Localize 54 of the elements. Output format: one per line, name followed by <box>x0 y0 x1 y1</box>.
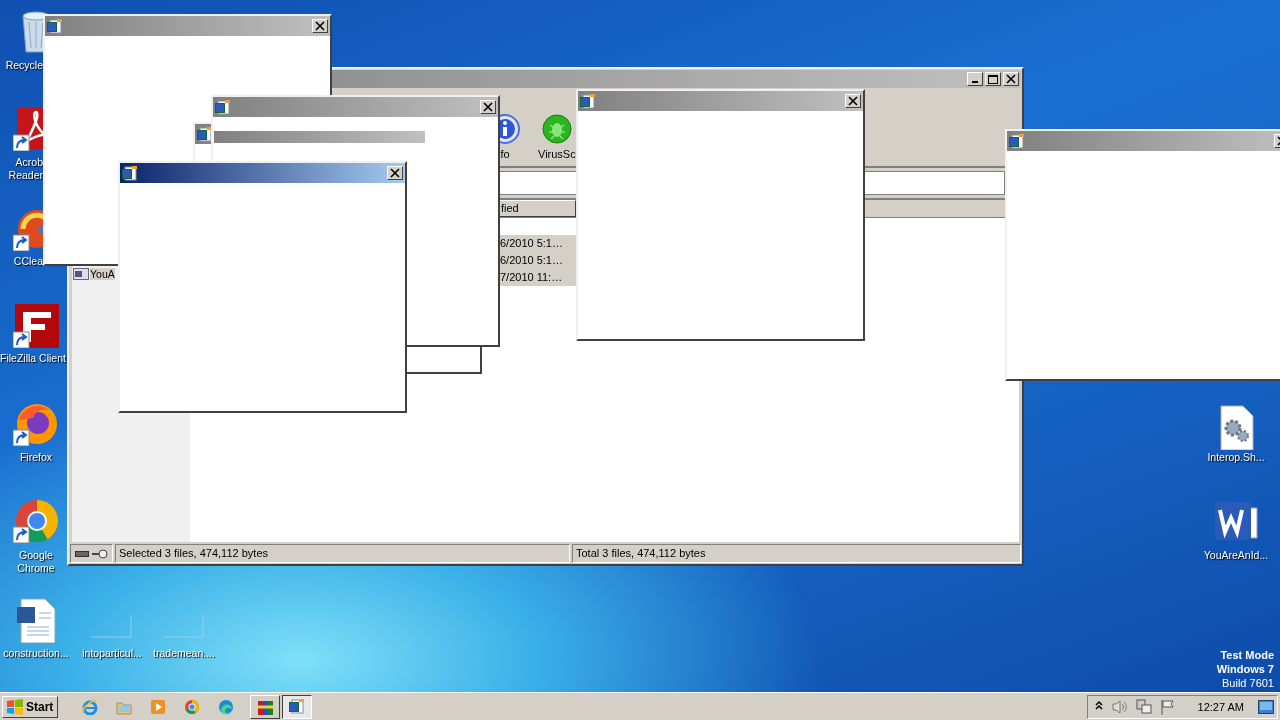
system-notice-text: Test Mode <box>1220 648 1274 662</box>
books-icon <box>257 698 274 715</box>
browser-icon[interactable] <box>184 698 201 715</box>
document-icon <box>215 99 231 115</box>
system-notice-text: Windows 7 <box>1216 662 1274 676</box>
ftp-app-icon[interactable] <box>13 302 59 348</box>
document-icon <box>1009 133 1025 149</box>
system-notice-text: Build 7601 <box>1222 676 1274 690</box>
key-icon <box>92 548 108 559</box>
flag-icon[interactable] <box>1159 698 1176 715</box>
network-icon[interactable] <box>1135 698 1152 715</box>
document-icon <box>122 165 138 181</box>
table-cell[interactable]: 7/2010 11:… <box>498 269 576 286</box>
windows-logo-icon <box>6 698 24 715</box>
table-cell[interactable]: 6/2010 5:1… <box>498 235 576 252</box>
table-cell[interactable]: 6/2010 5:1… <box>498 252 576 269</box>
icon-label[interactable]: Recycle <box>5 59 43 72</box>
maximize-button[interactable] <box>985 72 1001 86</box>
maximize-icon <box>987 74 999 84</box>
document-icon <box>580 93 596 109</box>
toolbar-button[interactable]: VirusSc <box>538 114 576 160</box>
speaker-icon[interactable] <box>1111 698 1128 715</box>
start-button[interactable]: Start <box>2 695 59 718</box>
close-button[interactable] <box>1003 72 1019 86</box>
icon-label[interactable]: FileZilla Client <box>0 352 66 365</box>
close-button[interactable] <box>387 166 403 180</box>
icon-label[interactable]: Firefox <box>19 451 53 464</box>
document-icon <box>289 698 306 715</box>
close-button[interactable] <box>312 19 328 33</box>
close-icon <box>847 96 859 106</box>
close-button[interactable] <box>480 100 496 114</box>
show-desktop-icon[interactable] <box>1258 699 1274 714</box>
minimize-button[interactable] <box>967 72 983 86</box>
taskbar-button[interactable] <box>282 694 313 719</box>
close-icon <box>314 21 326 31</box>
close-icon <box>389 168 401 178</box>
status-text: Selected 3 files, 474,112 bytes <box>115 544 570 563</box>
icon-label[interactable]: YouAreAnId... <box>1203 549 1269 562</box>
browser-icon[interactable] <box>13 497 59 543</box>
close-icon <box>482 102 494 112</box>
close-button[interactable] <box>845 94 861 108</box>
minimize-icon <box>972 81 978 83</box>
close-icon <box>1005 74 1017 84</box>
icon-label[interactable]: Interop.Sh... <box>1207 451 1265 464</box>
icon-label[interactable]: Acrob Reader <box>8 156 43 182</box>
document-icon <box>47 18 63 34</box>
document-icon <box>197 126 213 142</box>
tree-item[interactable]: YouA <box>90 268 115 280</box>
drive-icon <box>75 550 89 557</box>
window-icon <box>73 268 89 280</box>
clock-text[interactable]: 12:27 AM <box>1197 700 1244 713</box>
icon-label[interactable]: CClea <box>13 255 43 268</box>
status-text: Total 3 files, 474,112 bytes <box>572 544 1021 563</box>
bug-icon <box>541 114 572 144</box>
